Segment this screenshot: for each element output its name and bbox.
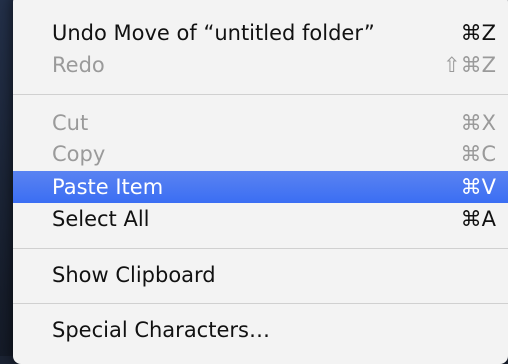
shortcut-cmd-c: ⌘C xyxy=(460,142,496,166)
shortcut-cmd-z: ⌘Z xyxy=(460,21,496,45)
edit-menu: Undo Move of “untitled folder” ⌘Z Redo ⇧… xyxy=(13,0,508,364)
menu-separator xyxy=(13,94,508,95)
menu-item-cut: Cut ⌘X xyxy=(13,107,508,139)
menu-separator xyxy=(13,303,508,304)
menu-item-label: Show Clipboard xyxy=(52,263,216,287)
menu-item-label: Select All xyxy=(52,207,150,231)
menu-item-special-characters[interactable]: Special Characters… xyxy=(13,314,508,346)
menu-item-show-clipboard[interactable]: Show Clipboard xyxy=(13,259,508,291)
shortcut-shift-cmd-z: ⇧⌘Z xyxy=(443,53,496,77)
menu-separator xyxy=(13,248,508,249)
menu-item-label: Redo xyxy=(52,53,105,77)
menu-item-label: Undo Move of “untitled folder” xyxy=(52,21,375,45)
shortcut-cmd-a: ⌘A xyxy=(460,207,496,231)
menu-item-label: Special Characters… xyxy=(52,318,270,342)
menu-item-label: Cut xyxy=(52,111,89,135)
menu-item-copy: Copy ⌘C xyxy=(13,138,508,170)
shortcut-cmd-x: ⌘X xyxy=(460,111,496,135)
menu-item-label: Copy xyxy=(52,142,106,166)
menu-item-redo: Redo ⇧⌘Z xyxy=(13,49,508,81)
menu-item-paste-item[interactable]: Paste Item ⌘V xyxy=(13,171,508,203)
menu-item-select-all[interactable]: Select All ⌘A xyxy=(13,203,508,235)
shortcut-cmd-v: ⌘V xyxy=(460,175,496,199)
menu-item-undo[interactable]: Undo Move of “untitled folder” ⌘Z xyxy=(13,17,508,49)
menu-item-label: Paste Item xyxy=(52,175,164,199)
